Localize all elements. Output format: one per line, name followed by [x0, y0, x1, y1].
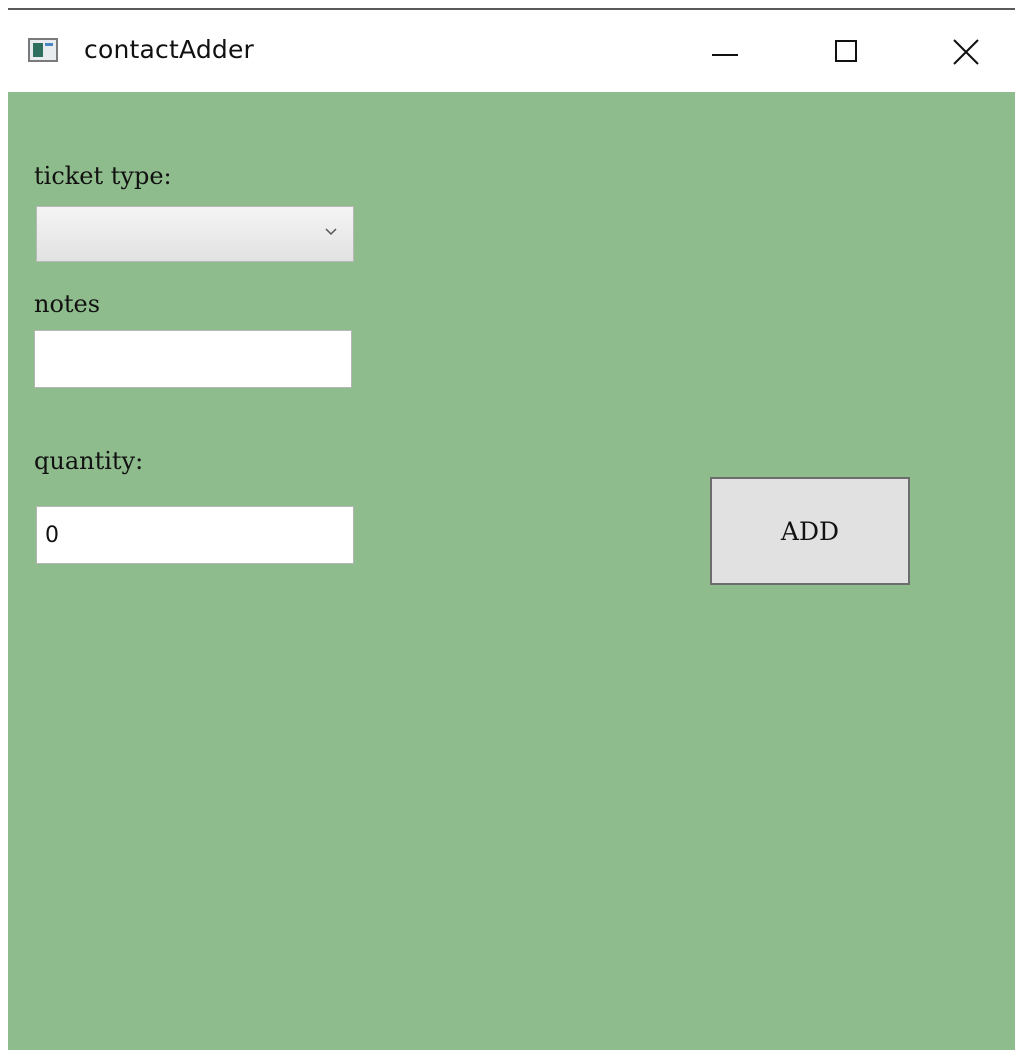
- ticket-type-dropdown[interactable]: [36, 206, 354, 262]
- app-window-icon: [28, 38, 58, 62]
- notes-input[interactable]: [34, 330, 352, 388]
- maximize-button[interactable]: [816, 28, 876, 76]
- chevron-down-icon: [325, 228, 337, 236]
- add-button[interactable]: ADD: [710, 477, 910, 585]
- ticket-type-label: ticket type:: [34, 162, 172, 190]
- close-button[interactable]: [936, 28, 996, 76]
- minimize-icon: [712, 54, 738, 56]
- title-bar[interactable]: contactAdder: [8, 10, 1015, 92]
- close-icon: [953, 39, 979, 65]
- window-title: contactAdder: [84, 35, 255, 64]
- app-window: contactAdder ticket type: notes quantity…: [8, 8, 1015, 1050]
- quantity-input[interactable]: [36, 506, 354, 564]
- notes-label: notes: [34, 290, 101, 318]
- quantity-label: quantity:: [34, 447, 144, 475]
- maximize-icon: [835, 40, 857, 62]
- form-area: ticket type: notes quantity: ADD: [8, 92, 1015, 1050]
- minimize-button[interactable]: [694, 28, 754, 76]
